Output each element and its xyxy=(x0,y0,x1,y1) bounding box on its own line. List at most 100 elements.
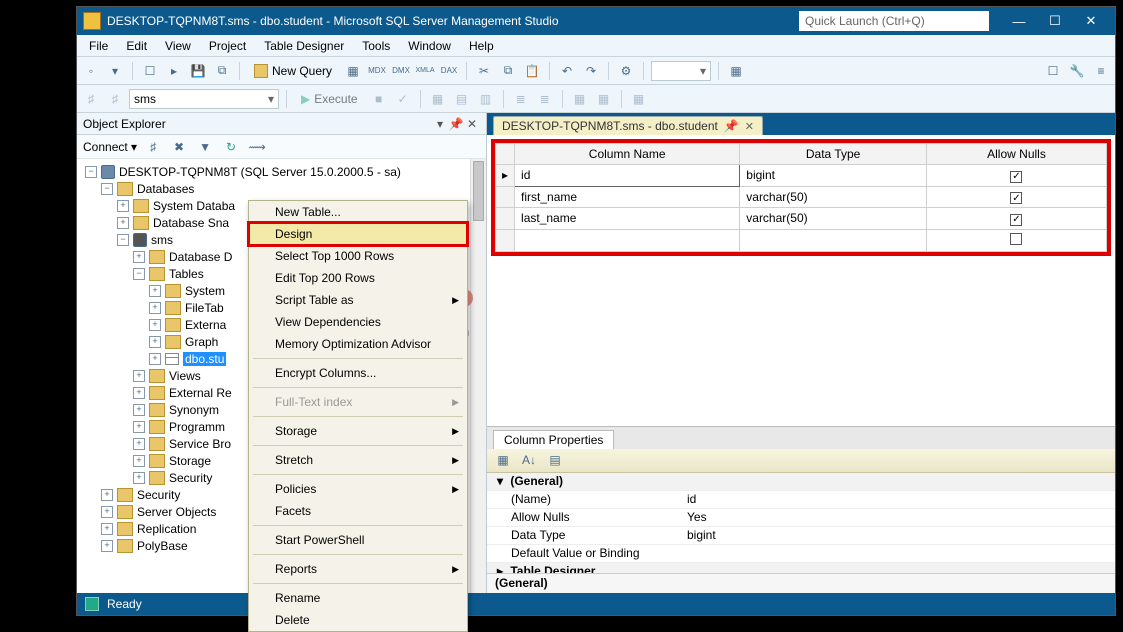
grid-results-icon[interactable]: ▦ xyxy=(428,89,448,109)
comment-button[interactable]: ≣ xyxy=(511,89,531,109)
ctx-select-top-1000[interactable]: Select Top 1000 Rows xyxy=(249,245,467,267)
ctx-design[interactable]: Design xyxy=(249,223,467,245)
nulls-checkbox[interactable]: ✓ xyxy=(1010,171,1022,183)
col-header-nulls[interactable]: Allow Nulls xyxy=(926,144,1106,165)
menu-tools[interactable]: Tools xyxy=(354,37,398,55)
tree-external-resources[interactable]: External Re xyxy=(169,386,232,400)
disconnect-icon[interactable]: ♯ xyxy=(143,137,163,157)
minimize-button[interactable]: — xyxy=(1001,10,1037,32)
table-row[interactable]: last_name varchar(50) ✓ xyxy=(496,208,1107,230)
tree-dbo-student[interactable]: dbo.stu xyxy=(183,352,226,366)
parse-button[interactable]: ✓ xyxy=(393,89,413,109)
menu-view[interactable]: View xyxy=(157,37,199,55)
ctx-facets[interactable]: Facets xyxy=(249,500,467,522)
menu-help[interactable]: Help xyxy=(461,37,502,55)
tab-pin-icon[interactable]: 📌 xyxy=(724,119,739,133)
prop-row[interactable]: Default Value or Binding xyxy=(487,545,1115,563)
outdent-button[interactable]: ▦ xyxy=(594,89,614,109)
prop-row[interactable]: Allow NullsYes xyxy=(487,509,1115,527)
tree-db-sms[interactable]: sms xyxy=(151,233,173,247)
tree-system-tables[interactable]: System xyxy=(185,284,225,298)
tree-filetables[interactable]: FileTab xyxy=(185,301,224,315)
menu-window[interactable]: Window xyxy=(400,37,459,55)
solution-combo[interactable]: ▾ xyxy=(651,61,711,81)
nulls-checkbox[interactable]: ✓ xyxy=(1010,192,1022,204)
tab-close-icon[interactable]: ✕ xyxy=(745,120,754,133)
template-button[interactable]: ≡ xyxy=(1091,61,1111,81)
save-all-button[interactable]: ⧉ xyxy=(212,61,232,81)
ctx-edit-top-200[interactable]: Edit Top 200 Rows xyxy=(249,267,467,289)
tree-databases[interactable]: Databases xyxy=(137,182,194,196)
dax-icon[interactable]: DAX xyxy=(439,61,459,81)
execute-button[interactable]: ▶Execute xyxy=(294,88,365,110)
table-designer-grid[interactable]: Column Name Data Type Allow Nulls ▸ id b… xyxy=(495,143,1107,252)
save-button[interactable]: 💾 xyxy=(188,61,208,81)
new-query-button[interactable]: New Query xyxy=(247,60,339,82)
tree-synonyms[interactable]: Synonym xyxy=(169,403,219,417)
col-header-name[interactable]: Column Name xyxy=(515,144,740,165)
panel-dropdown-button[interactable]: ▾ xyxy=(432,117,448,131)
dmx-icon[interactable]: DMX xyxy=(391,61,411,81)
close-button[interactable]: ✕ xyxy=(1073,10,1109,32)
toolbox-button[interactable]: 🔧 xyxy=(1067,61,1087,81)
prop-pages-icon[interactable]: ▤ xyxy=(545,450,565,470)
panel-pin-button[interactable]: 📌 xyxy=(448,117,464,131)
stop-button[interactable]: ■ xyxy=(369,89,389,109)
tree-db-snapshots[interactable]: Database Sna xyxy=(153,216,229,230)
column-properties-tab[interactable]: Column Properties xyxy=(493,430,614,449)
ctx-memory-optimization[interactable]: Memory Optimization Advisor xyxy=(249,333,467,355)
connect-button[interactable]: ♯ xyxy=(81,89,101,109)
tree-system-databases[interactable]: System Databa xyxy=(153,199,235,213)
connect-dropdown[interactable]: Connect ▾ xyxy=(83,140,137,154)
ctx-policies[interactable]: Policies▶ xyxy=(249,478,467,500)
row-selector[interactable]: ▸ xyxy=(496,165,515,187)
ctx-storage[interactable]: Storage▶ xyxy=(249,420,467,442)
menu-project[interactable]: Project xyxy=(201,37,254,55)
indent-button[interactable]: ▦ xyxy=(570,89,590,109)
tree-scrollbar[interactable] xyxy=(470,159,486,593)
panel-close-button[interactable]: ✕ xyxy=(464,117,480,131)
tree-polybase[interactable]: PolyBase xyxy=(137,539,188,553)
activity-icon[interactable]: ⟿ xyxy=(247,137,267,157)
ctx-script-table-as[interactable]: Script Table as▶ xyxy=(249,289,467,311)
tree-replication[interactable]: Replication xyxy=(137,522,196,536)
ctx-view-dependencies[interactable]: View Dependencies xyxy=(249,311,467,333)
tree-service-broker[interactable]: Service Bro xyxy=(169,437,231,451)
table-row[interactable]: ▸ id bigint ✓ xyxy=(496,165,1107,187)
activity-monitor-button[interactable]: ▦ xyxy=(726,61,746,81)
cut-button[interactable]: ✂ xyxy=(474,61,494,81)
menu-table-designer[interactable]: Table Designer xyxy=(256,37,352,55)
col-header-type[interactable]: Data Type xyxy=(740,144,927,165)
properties-button[interactable]: ☐ xyxy=(1043,61,1063,81)
alphabetical-icon[interactable]: A↓ xyxy=(519,450,539,470)
tree-db-diagrams[interactable]: Database D xyxy=(169,250,232,264)
tree-server[interactable]: DESKTOP-TQPNM8T (SQL Server 15.0.2000.5 … xyxy=(119,165,401,179)
ctx-rename[interactable]: Rename xyxy=(249,587,467,609)
tree-security[interactable]: Security xyxy=(169,471,212,485)
redo-button[interactable]: ↷ xyxy=(581,61,601,81)
nav-back-button[interactable]: ◦ xyxy=(81,61,101,81)
stop-icon[interactable]: ✖ xyxy=(169,137,189,157)
refresh-icon[interactable]: ↻ xyxy=(221,137,241,157)
new-project-button[interactable]: ☐ xyxy=(140,61,160,81)
file-results-icon[interactable]: ▥ xyxy=(476,89,496,109)
mdx-icon[interactable]: MDX xyxy=(367,61,387,81)
uncomment-button[interactable]: ≣ xyxy=(535,89,555,109)
ctx-delete[interactable]: Delete xyxy=(249,609,467,631)
table-row-empty[interactable] xyxy=(496,229,1107,251)
nav-fwd-button[interactable]: ▾ xyxy=(105,61,125,81)
prop-row[interactable]: (Name)id xyxy=(487,491,1115,509)
disconnect-button[interactable]: ♯ xyxy=(105,89,125,109)
find-button[interactable]: ⚙ xyxy=(616,61,636,81)
xmla-icon[interactable]: XMLA xyxy=(415,61,435,81)
ctx-start-powershell[interactable]: Start PowerShell xyxy=(249,529,467,551)
table-row[interactable]: first_name varchar(50) ✓ xyxy=(496,186,1107,208)
copy-button[interactable]: ⧉ xyxy=(498,61,518,81)
menu-file[interactable]: File xyxy=(81,37,116,55)
tree-views[interactable]: Views xyxy=(169,369,201,383)
quick-launch-input[interactable]: Quick Launch (Ctrl+Q) xyxy=(799,11,989,31)
ctx-encrypt-columns[interactable]: Encrypt Columns... xyxy=(249,362,467,384)
prop-row[interactable]: Data Typebigint xyxy=(487,527,1115,545)
text-results-icon[interactable]: ▤ xyxy=(452,89,472,109)
tree-storage[interactable]: Storage xyxy=(169,454,211,468)
